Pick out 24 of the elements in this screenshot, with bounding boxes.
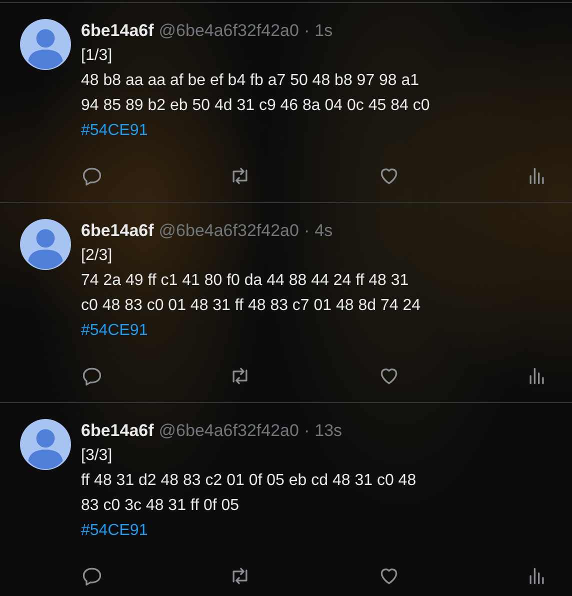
avatar[interactable]: [20, 19, 71, 70]
reply-icon[interactable]: [81, 365, 103, 387]
hashtag-link[interactable]: #54CE91: [81, 518, 148, 543]
post-time[interactable]: 4s: [314, 219, 333, 243]
post-text: [3/3] ff 48 31 d2 48 83 c2 01 0f 05 eb cd 48 31 c0 48 83 c0 3c 48 31 ff 0f 05: [81, 446, 418, 516]
display-name[interactable]: 6be14a6f: [81, 219, 154, 243]
user-handle[interactable]: @6be4a6f32f42a0: [158, 419, 299, 443]
hashtag-link[interactable]: #54CE91: [81, 318, 148, 343]
hashtag-link[interactable]: #54CE91: [81, 118, 148, 143]
avatar[interactable]: [20, 419, 71, 470]
reply-icon[interactable]: [81, 565, 103, 587]
post-time[interactable]: 13s: [314, 419, 342, 443]
display-name[interactable]: 6be14a6f: [81, 419, 154, 443]
user-handle[interactable]: @6be4a6f32f42a0: [158, 19, 299, 43]
reply-icon[interactable]: [81, 165, 103, 187]
post-text: [1/3] 48 b8 aa aa af be ef b4 fb a7 50 48 b8 97 98 a1 94 85 89 b2 eb 50 4d 31 c9 46 8a 04 0c 45 84 c0: [81, 46, 431, 116]
post-text: [2/3] 74 2a 49 ff c1 41 80 f0 da 44 88 44 24 ff 48 31 c0 48 83 c0 01 48 31 ff 48 83 c7 01 48 8d 74 24: [81, 246, 422, 316]
post-time[interactable]: 1s: [314, 19, 333, 43]
separator: ·: [304, 220, 310, 242]
user-handle[interactable]: @6be4a6f32f42a0: [158, 219, 299, 243]
avatar[interactable]: [20, 219, 71, 270]
display-name[interactable]: 6be14a6f: [81, 19, 154, 43]
separator: ·: [304, 20, 310, 42]
separator: ·: [304, 420, 310, 442]
